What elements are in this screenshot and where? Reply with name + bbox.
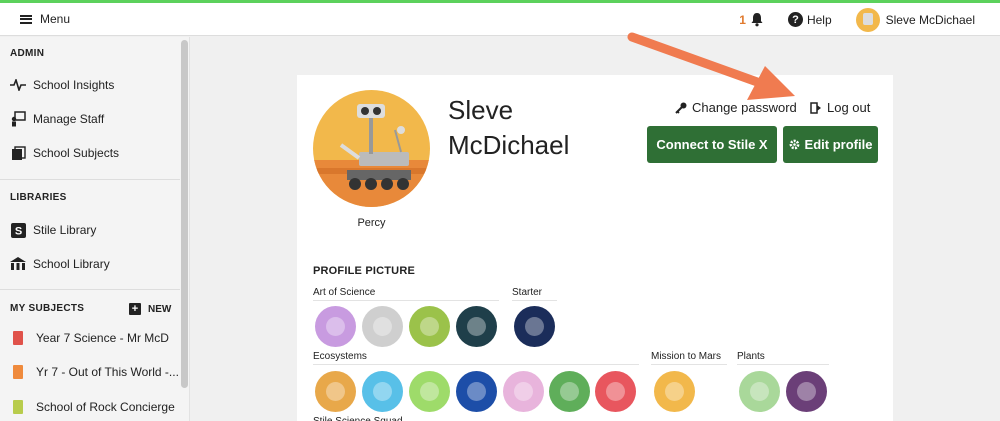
sidebar-item-label: School Library [33, 257, 110, 271]
school-building-icon [10, 256, 26, 272]
avatar-label: Percy [357, 217, 386, 229]
group-divider [313, 300, 499, 301]
my-subjects-heading: MY SUBJECTS [10, 303, 85, 314]
group-label-starter: Starter [512, 287, 543, 298]
new-label: NEW [148, 303, 172, 315]
sidebar-item-subject[interactable]: Year 7 Science - Mr McD [10, 331, 169, 345]
sidebar-divider [0, 179, 180, 180]
sidebar-item-label: Yr 7 - Out of This World -... [36, 365, 179, 379]
admin-heading: ADMIN [10, 48, 45, 59]
sidebar-item-manage-staff[interactable]: Manage Staff [10, 111, 104, 127]
group-label-ecosystems: Ecosystems [313, 351, 367, 362]
subject-color-icon [13, 331, 23, 345]
logout-icon [810, 101, 821, 114]
user-menu[interactable]: Sleve McDichael [855, 7, 975, 32]
top-right-controls: 1 ? Help Sleve McDichael [739, 3, 1000, 36]
group-divider [512, 300, 557, 301]
sidebar-item-label: School of Rock Concierge [36, 400, 175, 414]
profile-picture-heading: PROFILE PICTURE [313, 265, 416, 277]
group-divider [313, 364, 639, 365]
profile-avatar [313, 90, 430, 207]
sidebar-item-label: Stile Library [33, 223, 97, 237]
profile-picture-option[interactable] [315, 371, 356, 412]
sidebar-item-subject[interactable]: Yr 7 - Out of This World -... [10, 365, 179, 379]
profile-card: Percy Sleve McDichael Change password Lo… [297, 75, 893, 421]
profile-picture-option[interactable] [654, 371, 695, 412]
notifications-button[interactable]: 1 [739, 12, 764, 27]
top-bar: Menu 1 ? Help Sleve McDichael [0, 3, 1000, 36]
group-label-art-of-science: Art of Science [313, 287, 376, 298]
help-icon: ? [787, 12, 803, 27]
sidebar-scrollbar[interactable] [181, 40, 188, 388]
sidebar-item-school-library[interactable]: School Library [10, 256, 110, 272]
edit-profile-label: Edit profile [804, 137, 873, 152]
bell-icon [751, 13, 763, 27]
profile-name: Sleve McDichael [448, 93, 628, 163]
sidebar-item-school-subjects[interactable]: School Subjects [10, 145, 119, 161]
pulse-icon [10, 77, 26, 93]
group-label-stile-science-squad: Stile Science Squad [313, 416, 403, 421]
logout-link[interactable]: Log out [810, 100, 870, 115]
books-icon [10, 145, 26, 161]
sidebar-item-label: School Insights [33, 78, 115, 92]
subject-color-icon [13, 400, 23, 414]
group-label-plants: Plants [737, 351, 765, 362]
plus-icon: + [129, 303, 141, 315]
profile-picture-option[interactable] [362, 371, 403, 412]
key-icon [675, 102, 687, 114]
profile-picture-option[interactable] [595, 371, 636, 412]
user-avatar [855, 7, 880, 32]
profile-name-first: Sleve [448, 95, 514, 125]
profile-picture-option[interactable] [315, 306, 356, 347]
help-button[interactable]: ? Help [787, 12, 832, 27]
profile-picture-option[interactable] [549, 371, 590, 412]
subject-color-icon [13, 365, 23, 379]
profile-picture-option[interactable] [409, 306, 450, 347]
group-divider [651, 364, 727, 365]
profile-picture-option[interactable] [514, 306, 555, 347]
sidebar: ADMIN School Insights Manage Staff Schoo… [0, 37, 190, 421]
profile-picture-option[interactable] [739, 371, 780, 412]
sidebar-item-school-insights[interactable]: School Insights [10, 77, 114, 93]
profile-picture-option[interactable] [503, 371, 544, 412]
logout-label: Log out [827, 100, 871, 115]
sidebar-item-stile-library[interactable]: S Stile Library [10, 222, 96, 238]
change-password-link[interactable]: Change password [675, 100, 797, 115]
profile-picture-option[interactable] [456, 306, 497, 347]
hamburger-icon [20, 14, 32, 24]
group-divider [737, 364, 829, 365]
new-subject-button[interactable]: + NEW [129, 303, 171, 315]
edit-profile-button[interactable]: Edit profile [783, 126, 878, 163]
connect-to-stile-x-button[interactable]: Connect to Stile X [647, 126, 777, 163]
gear-icon [789, 139, 799, 150]
sidebar-item-label: School Subjects [33, 146, 120, 160]
profile-picture-option[interactable] [409, 371, 450, 412]
help-label: Help [806, 12, 832, 27]
profile-name-last: McDichael [448, 130, 570, 160]
sidebar-item-label: Manage Staff [33, 112, 105, 126]
sidebar-divider [0, 289, 180, 290]
staff-icon [10, 111, 26, 127]
stile-logo-icon: S [10, 222, 26, 238]
menu-label: Menu [40, 12, 71, 26]
profile-picture-option[interactable] [456, 371, 497, 412]
sidebar-item-label: Year 7 Science - Mr McD [36, 331, 169, 345]
svg-text:S: S [14, 225, 21, 237]
libraries-heading: LIBRARIES [10, 192, 67, 203]
profile-picture-option[interactable] [362, 306, 403, 347]
user-name: Sleve McDichael [885, 12, 975, 27]
menu-button[interactable]: Menu [20, 12, 70, 26]
notification-count: 1 [739, 12, 746, 27]
rover-avatar-icon [313, 104, 430, 207]
profile-picture-option[interactable] [786, 371, 827, 412]
sidebar-item-subject[interactable]: School of Rock Concierge [10, 400, 175, 414]
group-label-mission-to-mars: Mission to Mars [651, 351, 722, 362]
change-password-label: Change password [692, 100, 797, 115]
